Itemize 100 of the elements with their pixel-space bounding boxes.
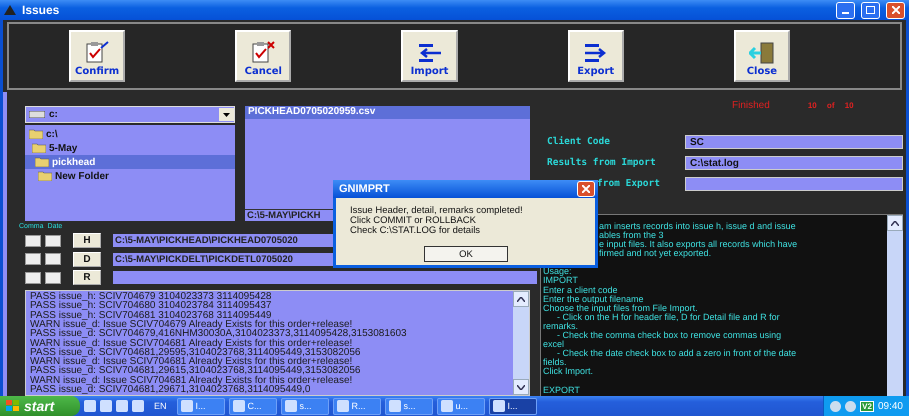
description-line: - Click on the H for header file, D for Detail file and R for: [556, 312, 781, 322]
maximize-icon: [866, 6, 875, 14]
log-line: PASS issue_d: SCIV704681,29595,3104023768,3114095449,3153082056: [30, 348, 362, 358]
description-line: IMPORT: [543, 276, 579, 286]
log-line: WARN issue_d: Issue SCIV704679 Already Exists for this order+release!: [30, 320, 352, 330]
description-line: - Check the date check box to add a zero in front of the date: [556, 349, 798, 358]
arrow-left-lines-icon: [416, 42, 442, 64]
log-line: PASS issue_d: SCIV704679,416NHM30030A,3104023373,3114095428,3153081603: [30, 329, 408, 338]
app-icon: [336, 400, 349, 412]
description-line: ables from the 3: [598, 231, 665, 240]
log-line: PASS issue_h: SCIV704680 3104023784 3114095437: [30, 301, 272, 311]
file-type-button[interactable]: H: [73, 233, 101, 248]
toolbar-button[interactable]: Export: [568, 30, 624, 82]
triangle-icon: [4, 5, 16, 15]
comma-checkbox[interactable]: [25, 253, 41, 266]
scrollbar[interactable]: [513, 291, 529, 396]
description-line: Enter the output filename: [543, 294, 645, 304]
taskbar-button[interactable]: R...: [332, 398, 381, 414]
folder-item[interactable]: 5-May: [25, 141, 235, 155]
app-icon: [440, 400, 453, 412]
log-line: PASS issue_d: SCIV704681,29671,3104023768,3114095449,0: [30, 384, 312, 394]
file-item[interactable]: PICKHEAD0705020959.csv: [245, 106, 530, 119]
log-line: WARN issue_d: Issue SCIV704681 Already Exists for this order+release!: [30, 357, 352, 366]
minimize-button[interactable]: [836, 2, 855, 18]
folder-item[interactable]: c:\: [25, 127, 235, 141]
description-line: am inserts records into issue h, issue d and issue: [598, 222, 797, 232]
scroll-up-icon[interactable]: [887, 215, 903, 231]
taskbar-button[interactable]: I...: [176, 398, 225, 414]
description-line: excel: [543, 340, 566, 350]
log-line: PASS issue_h: SCIV704681 3104023768 3114095449: [30, 310, 272, 320]
clipboard-check-icon: [84, 40, 110, 64]
app-icon: [180, 400, 193, 412]
drive-dropdown[interactable]: c:: [25, 106, 235, 123]
start-button[interactable]: start: [0, 396, 80, 416]
maximize-button[interactable]: [861, 2, 880, 18]
toolbar-button[interactable]: Cancel: [235, 30, 292, 82]
taskbar-button[interactable]: I...: [488, 398, 537, 414]
comma-checkbox[interactable]: [25, 234, 41, 247]
description-line: firmed and not yet exported.: [598, 249, 712, 258]
status-text: Finished: [732, 100, 770, 110]
taskbar-button[interactable]: u...: [436, 398, 485, 414]
ok-button[interactable]: OK: [424, 246, 508, 262]
comma-checkbox[interactable]: [25, 272, 41, 284]
language-indicator[interactable]: EN: [154, 401, 167, 411]
description-line: e input files. It also exports all records which have: [598, 240, 798, 250]
log-line: WARN issue_d: Issue SCIV704681 Already Exists for this order+release!: [30, 376, 354, 385]
folder-item[interactable]: pickhead: [25, 155, 235, 169]
scrollbar[interactable]: [887, 215, 903, 396]
toolbar-button[interactable]: Import: [401, 30, 458, 82]
tray-badge[interactable]: V2: [860, 400, 874, 412]
caret-icon: [219, 108, 234, 121]
taskbar-button[interactable]: s...: [280, 398, 329, 414]
window-title: Issues: [22, 3, 60, 17]
folder-icon: [29, 129, 43, 139]
log-line: WARN issue_d: Issue SCIV704681 Already Exists for this order+release!: [30, 338, 352, 348]
folder-item[interactable]: New Folder: [25, 169, 235, 183]
scroll-down-icon[interactable]: [513, 379, 529, 396]
description-line: Click Import.: [543, 367, 594, 376]
drive-icon: [29, 111, 45, 118]
file-path-field[interactable]: [113, 271, 537, 284]
field-label: Client Code: [547, 136, 611, 147]
date-checkbox[interactable]: [45, 234, 61, 247]
field-label: from Export: [596, 178, 661, 189]
app-icon: [232, 400, 245, 412]
input-field[interactable]: SC: [685, 134, 903, 148]
taskbar-button[interactable]: C...: [228, 398, 277, 414]
log-line: PASS issue_h: SCIV704679 3104023373 3114095428: [30, 292, 272, 302]
close-icon: [892, 6, 900, 14]
clock: 09:40: [878, 400, 903, 412]
description-line: Choose the input files from File Import.: [543, 304, 699, 313]
folder-icon: [38, 171, 52, 181]
scroll-up-icon[interactable]: [513, 291, 529, 308]
app-icon: [284, 400, 297, 412]
close-button[interactable]: [577, 181, 595, 197]
input-field[interactable]: C:\stat.log: [685, 156, 903, 170]
close-button[interactable]: [886, 2, 905, 18]
description-line: fields.: [543, 358, 568, 368]
description-line: EXPORT: [543, 386, 581, 395]
file-type-button[interactable]: R: [73, 270, 101, 286]
description-line: remarks.: [543, 322, 580, 332]
toolbar-button[interactable]: Close: [734, 30, 790, 82]
file-type-button[interactable]: D: [73, 252, 101, 267]
log-line: PASS issue_d: SCIV704681,29615,3104023768,3114095449,3153082056: [30, 366, 362, 376]
taskbar-button[interactable]: s...: [384, 398, 433, 414]
flag-icon: [6, 400, 20, 412]
description-line: - Check the comma check box to remove commas using: [556, 331, 782, 340]
toolbar-button[interactable]: Confirm: [69, 30, 126, 82]
input-field[interactable]: [685, 176, 903, 190]
field-label: Results from Import: [547, 157, 657, 168]
close-icon: [582, 185, 590, 193]
date-checkbox[interactable]: [45, 253, 61, 266]
app-icon: [388, 400, 401, 412]
description-line: Enter a client code: [543, 286, 619, 295]
date-checkbox[interactable]: [45, 272, 61, 284]
description-line: Usage:: [543, 267, 573, 276]
progress-count: 10 of 10: [808, 100, 854, 110]
clipboard-cross-icon: [250, 40, 276, 64]
app-icon: [492, 400, 505, 412]
folder-icon: [32, 143, 46, 153]
folder-icon: [35, 157, 49, 167]
